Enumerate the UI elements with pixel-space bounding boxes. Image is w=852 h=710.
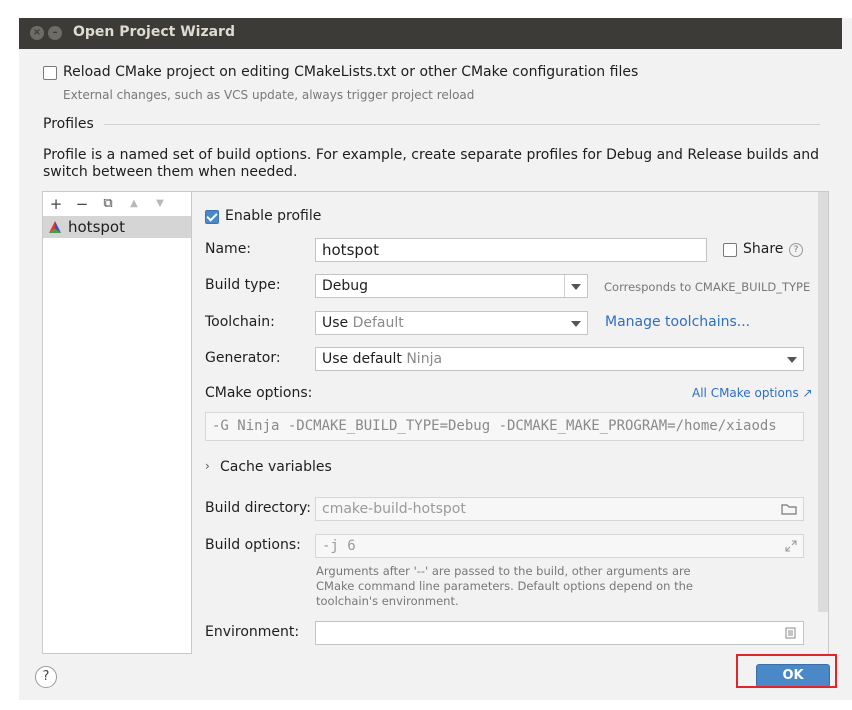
build-options-hint-line2: CMake command line parameters. Default o… — [316, 579, 693, 593]
window-title: Open Project Wizard — [73, 24, 235, 40]
generator-combo[interactable]: Use default Ninja — [315, 347, 804, 371]
build-directory-placeholder: cmake-build-hotspot — [322, 501, 466, 517]
build-options-hint-line1: Arguments after '--' are passed to the b… — [316, 564, 691, 578]
ok-button-highlight — [736, 654, 837, 688]
toolchain-use-text: Use — [322, 315, 349, 331]
profiles-toolbar: + − ⧉ ▲ ▼ — [43, 192, 191, 216]
move-down-icon[interactable]: ▼ — [151, 194, 169, 214]
share-label: Share — [743, 241, 784, 257]
toolchain-label: Toolchain: — [205, 314, 275, 330]
move-up-icon[interactable]: ▲ — [125, 194, 143, 214]
reload-cmake-hint: External changes, such as VCS update, al… — [63, 88, 475, 102]
settings-scrollbar[interactable] — [818, 192, 828, 612]
enable-profile-checkbox[interactable] — [205, 210, 219, 224]
toolchain-combo[interactable]: Use Default — [315, 311, 588, 335]
profiles-section-title: Profiles — [43, 116, 94, 132]
name-label: Name: — [205, 241, 252, 257]
reload-cmake-label: Reload CMake project on editing CMakeLis… — [63, 64, 639, 80]
build-type-label: Build type: — [205, 277, 281, 293]
environment-input[interactable] — [315, 621, 804, 645]
build-directory-input[interactable]: cmake-build-hotspot — [315, 497, 804, 521]
toolchain-value: Default — [352, 315, 404, 331]
window-titlebar[interactable]: × – Open Project Wizard — [19, 18, 842, 49]
generator-value: Ninja — [406, 351, 443, 367]
profiles-separator — [104, 124, 820, 125]
enable-profile-label: Enable profile — [225, 208, 322, 224]
all-cmake-options-link[interactable]: All CMake options ↗ — [692, 386, 813, 400]
add-profile-icon[interactable]: + — [47, 194, 65, 214]
window-edge — [842, 18, 852, 710]
profile-item-hotspot[interactable]: hotspot — [43, 216, 191, 238]
chevron-down-icon[interactable] — [564, 275, 587, 297]
copy-profile-icon[interactable]: ⧉ — [99, 194, 117, 214]
cache-variables-label[interactable]: Cache variables — [220, 459, 332, 475]
build-type-value: Debug — [322, 278, 369, 294]
build-options-hint-line3: toolchain's environment. — [316, 594, 459, 608]
cmake-options-input[interactable]: -G Ninja -DCMAKE_BUILD_TYPE=Debug -DCMAK… — [205, 412, 804, 441]
chevron-right-icon[interactable]: › — [205, 459, 210, 473]
desktop-background — [0, 0, 19, 710]
remove-profile-icon[interactable]: − — [73, 194, 91, 214]
help-button[interactable]: ? — [35, 666, 57, 688]
profile-item-label: hotspot — [68, 218, 125, 236]
share-help-icon[interactable]: ? — [789, 243, 803, 257]
reload-cmake-checkbox[interactable] — [43, 66, 57, 80]
build-type-hint: Corresponds to CMAKE_BUILD_TYPE — [604, 280, 811, 294]
cmake-options-label: CMake options: — [205, 385, 313, 401]
close-window-icon[interactable]: × — [30, 26, 44, 40]
environment-label: Environment: — [205, 624, 300, 640]
profiles-description-line2: switch between them when needed. — [43, 164, 298, 180]
share-checkbox[interactable] — [723, 243, 737, 257]
chevron-down-icon[interactable] — [781, 348, 803, 370]
folder-icon[interactable] — [781, 503, 797, 515]
manage-toolchains-link[interactable]: Manage toolchains... — [605, 314, 750, 330]
chevron-down-icon[interactable] — [565, 312, 587, 334]
window-edge-bottom — [19, 700, 852, 710]
build-options-input[interactable]: -j 6 — [315, 534, 804, 558]
profiles-list[interactable]: + − ⧉ ▲ ▼ hotspot — [42, 191, 192, 654]
expand-icon[interactable] — [785, 540, 797, 552]
profiles-description-line1: Profile is a named set of build options.… — [43, 147, 820, 163]
build-options-label: Build options: — [205, 537, 301, 553]
profile-name-input[interactable]: hotspot — [315, 238, 707, 262]
document-icon[interactable] — [785, 627, 796, 639]
minimize-window-icon[interactable]: – — [48, 26, 62, 40]
generator-label: Generator: — [205, 350, 281, 366]
build-type-combo[interactable]: Debug — [315, 274, 588, 298]
build-options-placeholder: -j 6 — [322, 538, 356, 554]
cmake-icon — [49, 221, 61, 233]
build-directory-label: Build directory: — [205, 500, 311, 516]
generator-use-text: Use default — [322, 351, 402, 367]
